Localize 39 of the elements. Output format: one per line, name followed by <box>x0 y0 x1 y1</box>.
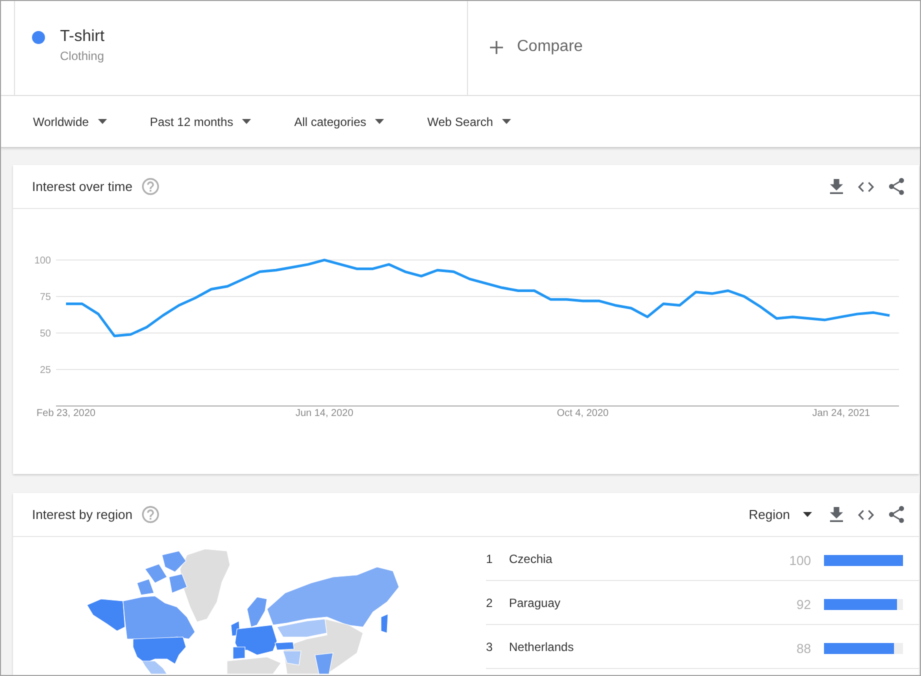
term-name: T-shirt <box>60 27 104 47</box>
caret-icon <box>242 119 252 124</box>
region-name: Netherlands <box>509 638 575 656</box>
filter-dropdown[interactable]: Web Search <box>427 112 512 130</box>
y-axis-label: 25 <box>40 365 51 376</box>
embed-code-icon[interactable] <box>858 182 874 192</box>
caret-icon <box>502 119 512 124</box>
region-value: 92 <box>796 596 811 614</box>
card-title: Interest by region <box>32 506 132 524</box>
y-axis-label: 75 <box>40 292 51 303</box>
resolution-dropdown[interactable]: Region <box>748 504 812 524</box>
caret-icon <box>375 119 384 124</box>
filter-dropdown[interactable]: Past 12 months <box>150 112 252 130</box>
term-category: Clothing <box>60 49 104 64</box>
y-axis-label: 100 <box>34 256 51 266</box>
y-axis-label: 50 <box>40 328 51 340</box>
x-axis-label: Jan 24, 2021 <box>812 408 870 419</box>
embed-code-icon[interactable] <box>858 510 874 520</box>
rank-number: 1 <box>486 550 494 568</box>
caret-icon <box>98 119 107 124</box>
filter-dropdown[interactable]: Worldwide <box>33 112 107 130</box>
download-icon[interactable] <box>830 179 843 194</box>
region-name: Paraguay <box>509 594 562 612</box>
card-title: Interest over time <box>32 178 132 196</box>
caret-icon <box>803 512 812 517</box>
share-icon[interactable] <box>889 506 904 523</box>
rank-number: 3 <box>486 638 494 656</box>
region-name: Czechia <box>509 550 554 568</box>
plus-icon <box>490 40 503 54</box>
x-axis-label: Jun 14, 2020 <box>295 408 354 419</box>
rank-number: 2 <box>486 594 494 612</box>
x-axis-label: Feb 23, 2020 <box>36 408 96 419</box>
x-axis-label: Oct 4, 2020 <box>556 408 609 419</box>
compare-button[interactable]: Compare <box>490 35 583 59</box>
download-icon[interactable] <box>830 507 843 522</box>
share-icon[interactable] <box>889 178 904 195</box>
region-value: 100 <box>788 552 811 570</box>
region-value: 88 <box>796 640 811 658</box>
filter-dropdown[interactable]: All categories <box>294 112 384 130</box>
